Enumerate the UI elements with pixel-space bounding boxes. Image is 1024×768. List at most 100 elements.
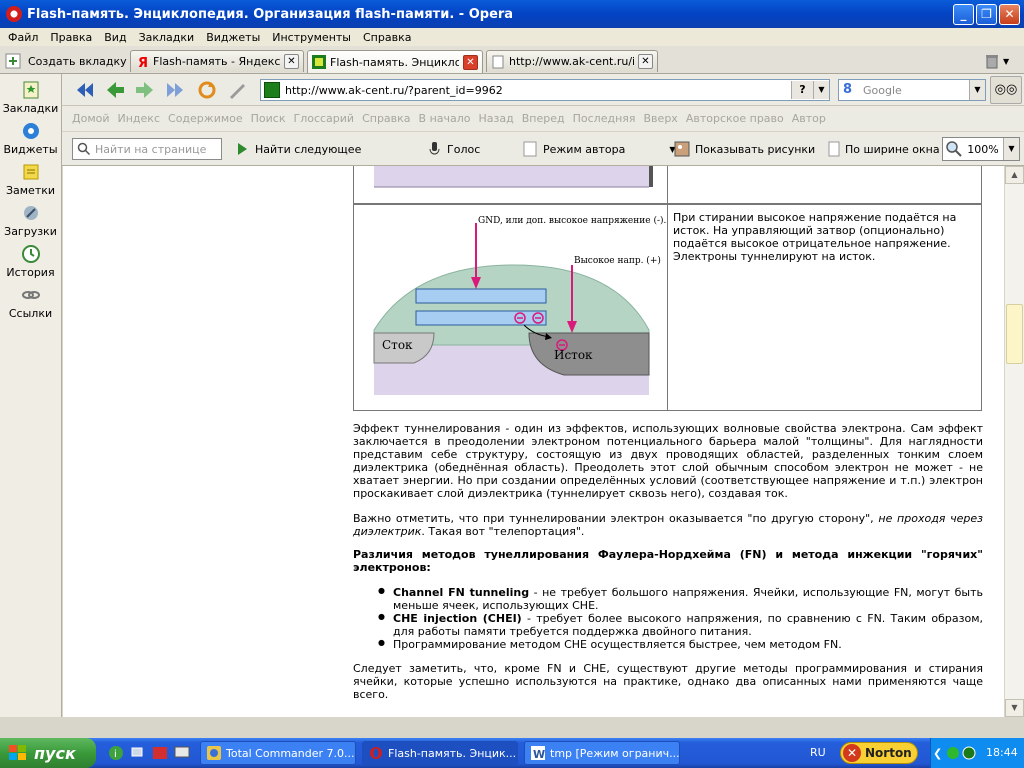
reload-icon[interactable] (196, 79, 218, 101)
new-tab-icon (5, 53, 21, 69)
site-icon (264, 82, 280, 98)
sidebar-item-widgets[interactable]: Виджеты (0, 121, 61, 156)
menu-widgets[interactable]: Виджеты (200, 31, 266, 44)
back-icon[interactable] (104, 79, 126, 101)
menu-bookmarks[interactable]: Закладки (133, 31, 201, 44)
nav-link[interactable]: Вперед (522, 112, 565, 125)
new-tab-button[interactable]: Создать вкладку (4, 50, 127, 72)
task-word[interactable]: W tmp [Режим огранич... (524, 741, 680, 765)
address-url[interactable]: http://www.ak-cent.ru/?parent_id=9962 (285, 84, 791, 97)
chevron-down-icon[interactable]: ▼ (1003, 138, 1019, 160)
menu-view[interactable]: Вид (98, 31, 132, 44)
address-bar[interactable]: http://www.ak-cent.ru/?parent_id=9962 ? … (260, 79, 830, 101)
diagram-label-source: Исток (554, 348, 593, 362)
window-title: Flash-память. Энциклопедия. Организация … (27, 6, 514, 22)
close-button[interactable]: ✕ (999, 3, 1020, 25)
sidebar-item-label: Заметки (5, 184, 56, 197)
nav-link[interactable]: Авторское право (686, 112, 784, 125)
tab-ak-cent[interactable]: http://www.ak-cent.ru/i... ✕ (486, 50, 658, 72)
nav-link[interactable]: Последняя (573, 112, 636, 125)
start-label: пуск (34, 743, 76, 763)
zoom-value: 100% (967, 142, 999, 156)
menu-file[interactable]: Файл (2, 31, 44, 44)
edit-icon[interactable] (226, 79, 248, 101)
norton-icon: ✕ (843, 744, 861, 762)
menu-help[interactable]: Справка (357, 31, 417, 44)
list-item: Channel FN tunneling - не требует большо… (373, 586, 983, 612)
maximize-button[interactable]: ❐ (976, 3, 997, 25)
show-images-button[interactable]: Показывать рисунки (674, 138, 815, 160)
sidebar-item-notes[interactable]: Заметки (0, 162, 61, 197)
rewind-icon[interactable] (74, 79, 96, 101)
app-icon[interactable] (152, 745, 168, 761)
list-item: CHE injection (CHEI) - требует более выс… (373, 612, 983, 638)
start-button[interactable]: пуск (0, 738, 96, 768)
tab-yandex[interactable]: Я Flash-память - Яндекс: ... ✕ (130, 50, 304, 72)
sidebar-item-downloads[interactable]: Загрузки (0, 203, 61, 238)
find-next-label: Найти следующее (255, 142, 362, 156)
nav-link[interactable]: Вверх (644, 112, 678, 125)
menu-edit[interactable]: Правка (44, 31, 98, 44)
glasses-icon[interactable]: ◎◎ (990, 76, 1022, 104)
nav-link[interactable]: Назад (479, 112, 514, 125)
author-mode-button[interactable]: Режим автора ▼ (522, 138, 676, 160)
tray-chevron-icon[interactable]: ❮ (933, 747, 942, 760)
close-tab-icon[interactable]: ✕ (284, 54, 299, 69)
desktop-icon[interactable] (174, 745, 190, 761)
fit-width-button[interactable]: По ширине окна (828, 138, 940, 160)
sidebar-item-label: История (6, 266, 55, 279)
task-opera[interactable]: Flash-память. Энцик... (362, 741, 518, 765)
sidebar-item-label: Виджеты (3, 143, 58, 156)
nav-link[interactable]: Домой (72, 112, 110, 125)
chevron-down-icon[interactable]: ▼ (969, 80, 985, 100)
nav-link[interactable]: Содержимое (168, 112, 243, 125)
find-next-button[interactable]: Найти следующее (234, 138, 361, 160)
search-field[interactable]: 8 Google ▼ (838, 79, 986, 101)
nav-link[interactable]: В начало (419, 112, 471, 125)
forward-icon[interactable] (134, 79, 156, 101)
network-icon[interactable] (130, 745, 146, 761)
info-icon[interactable]: i (108, 745, 124, 761)
menu-tools[interactable]: Инструменты (266, 31, 357, 44)
tray-app-icon[interactable] (946, 746, 960, 760)
minimize-button[interactable]: _ (953, 3, 974, 25)
trash-button[interactable]: ▼ (984, 52, 1014, 70)
task-total-commander[interactable]: Total Commander 7.0... (200, 741, 356, 765)
find-input[interactable]: Найти на странице (72, 138, 222, 160)
nav-link[interactable]: Индекс (118, 112, 161, 125)
site-icon (312, 55, 326, 69)
sidebar-item-label: Закладки (2, 102, 59, 115)
fast-forward-icon[interactable] (164, 79, 186, 101)
paragraph-text: . Такая вот "телепортация". (421, 525, 585, 538)
left-column (63, 166, 330, 717)
chevron-down-icon[interactable]: ▼ (813, 81, 829, 99)
vertical-scrollbar[interactable]: ▲ ▼ (1004, 166, 1024, 717)
scroll-down-icon[interactable]: ▼ (1005, 699, 1024, 717)
tray-network-icon[interactable] (962, 746, 976, 760)
paragraph-tunneling: Эффект туннелирования - один из эффектов… (353, 422, 983, 500)
fit-width-label: По ширине окна (845, 142, 940, 156)
sidebar-item-links[interactable]: Ссылки (0, 285, 61, 320)
sidebar-item-history[interactable]: История (0, 244, 61, 279)
diagram-caption: При стирании высокое напряжение подаётся… (673, 211, 957, 263)
nav-link[interactable]: Поиск (251, 112, 286, 125)
nav-link[interactable]: Автор (792, 112, 826, 125)
help-button[interactable]: ? (791, 81, 813, 99)
nav-link[interactable]: Справка (362, 112, 410, 125)
tab-flash-memory[interactable]: Flash-память. Энцикло... ✕ (307, 50, 483, 73)
sidebar-item-bookmarks[interactable]: Закладки (0, 80, 61, 115)
diagram-caption-empty (668, 166, 981, 203)
total-commander-icon (207, 746, 221, 760)
close-tab-icon[interactable]: ✕ (638, 54, 653, 69)
scrollbar-thumb[interactable] (1006, 304, 1023, 364)
zoom-select[interactable]: 100% ▼ (942, 137, 1020, 161)
language-indicator[interactable]: RU (810, 746, 826, 759)
voice-button[interactable]: Голос (426, 138, 480, 160)
tab-label: Flash-память - Яндекс: ... (153, 55, 280, 68)
list-item-term: Channel FN tunneling (393, 586, 530, 599)
scroll-up-icon[interactable]: ▲ (1005, 166, 1024, 184)
task-label: Flash-память. Энцик... (388, 746, 517, 760)
norton-tray-button[interactable]: ✕ Norton (840, 742, 918, 764)
nav-link[interactable]: Глоссарий (293, 112, 354, 125)
close-tab-icon[interactable]: ✕ (463, 54, 478, 70)
